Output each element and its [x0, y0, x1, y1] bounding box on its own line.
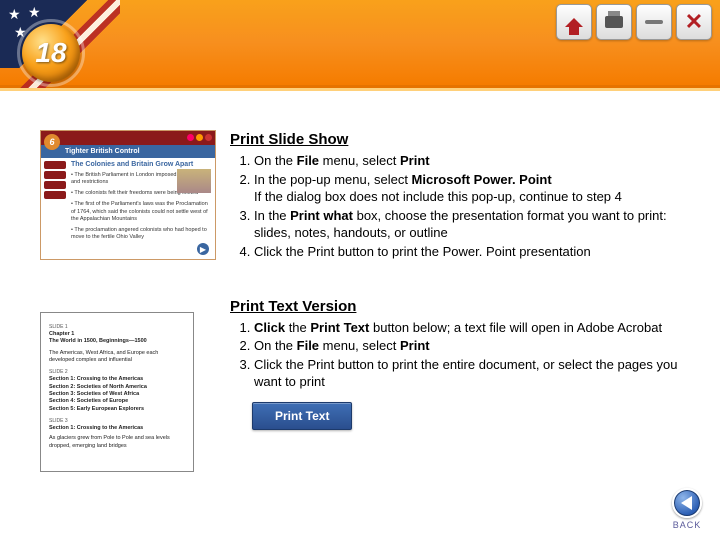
- t2-section: Section 2: Societies of North America: [49, 384, 185, 391]
- thumb-side-buttons: [44, 161, 66, 199]
- slideshow-steps: On the File menu, select Print In the po…: [230, 152, 680, 260]
- content-area: 6 Tighter British Control The Colonies a…: [0, 88, 720, 472]
- minimize-icon: [645, 20, 663, 24]
- section-title: Print Text Version: [230, 297, 680, 317]
- step-item: Click the Print button to print the Powe…: [254, 243, 680, 261]
- back-button[interactable]: BACK: [672, 488, 702, 530]
- text-version-thumbnail: SLIDE 1 Chapter 1 The World in 1500, Beg…: [40, 312, 194, 472]
- t2-line: As glaciers grew from Pole to Pole and s…: [49, 435, 185, 450]
- t2-section: Section 5: Early European Explorers: [49, 406, 185, 413]
- back-label: BACK: [672, 520, 702, 530]
- close-icon: ✕: [685, 11, 703, 33]
- step-item: On the File menu, select Print: [254, 152, 680, 170]
- t2-chapter-sub: The World in 1500, Beginnings—1500: [49, 338, 185, 345]
- t2-section: Section 1: Crossing to the Americas: [49, 376, 185, 383]
- slide-thumbnail: 6 Tighter British Control The Colonies a…: [40, 130, 216, 260]
- star-icon: ★: [8, 6, 21, 23]
- text-version-steps: Click the Print Text button below; a tex…: [230, 319, 680, 391]
- thumb-bullet: • The proclamation angered colonists who…: [41, 225, 215, 243]
- step-item: Click the Print button to print the enti…: [254, 356, 680, 391]
- star-icon: ★: [28, 4, 41, 21]
- t2-section: Section 4: Societies of Europe: [49, 398, 185, 405]
- thumb-image-placeholder: [177, 169, 211, 193]
- home-button[interactable]: [556, 4, 592, 40]
- step-item: Click the Print Text button below; a tex…: [254, 319, 680, 337]
- back-arrow-icon: [672, 488, 702, 518]
- header-bar: ★ ★ ★ 18 ✕: [0, 0, 720, 88]
- printer-icon: [605, 16, 623, 28]
- step-item: On the File menu, select Print: [254, 337, 680, 355]
- home-icon: [565, 18, 583, 27]
- t2-slide-label: SLIDE 3: [49, 418, 185, 425]
- t2-line: The Americas, West Africa, and Europe ea…: [49, 350, 185, 365]
- t2-slide-label: SLIDE 1: [49, 324, 185, 331]
- thumb-window-dots: [187, 134, 212, 141]
- thumb-bullet: • The first of the Parliament's laws was…: [41, 199, 215, 224]
- thumb-chapter-badge: 6: [44, 134, 60, 150]
- print-text-section: Print Text Version Click the Print Text …: [230, 297, 680, 431]
- thumb-title: Tighter British Control: [41, 145, 215, 158]
- section-title: Print Slide Show: [230, 130, 680, 150]
- window-controls: ✕: [556, 4, 712, 40]
- close-button[interactable]: ✕: [676, 4, 712, 40]
- t2-chapter: Chapter 1: [49, 331, 185, 338]
- thumb-next-icon: ▶: [197, 243, 209, 255]
- print-text-button[interactable]: Print Text: [252, 402, 352, 430]
- print-button[interactable]: [596, 4, 632, 40]
- right-column: Print Slide Show On the File menu, selec…: [230, 130, 680, 472]
- t2-slide-label: SLIDE 2: [49, 369, 185, 376]
- t2-section: Section 3: Societies of West Africa: [49, 391, 185, 398]
- chapter-number: 18: [35, 37, 66, 69]
- minimize-button[interactable]: [636, 4, 672, 40]
- print-slideshow-section: Print Slide Show On the File menu, selec…: [230, 130, 680, 261]
- chapter-number-badge: 18: [22, 24, 80, 82]
- step-item: In the pop-up menu, select Microsoft Pow…: [254, 171, 680, 206]
- t2-section: Section 1: Crossing to the Americas: [49, 425, 185, 432]
- left-column: 6 Tighter British Control The Colonies a…: [40, 130, 216, 472]
- step-item: In the Print what box, choose the presen…: [254, 207, 680, 242]
